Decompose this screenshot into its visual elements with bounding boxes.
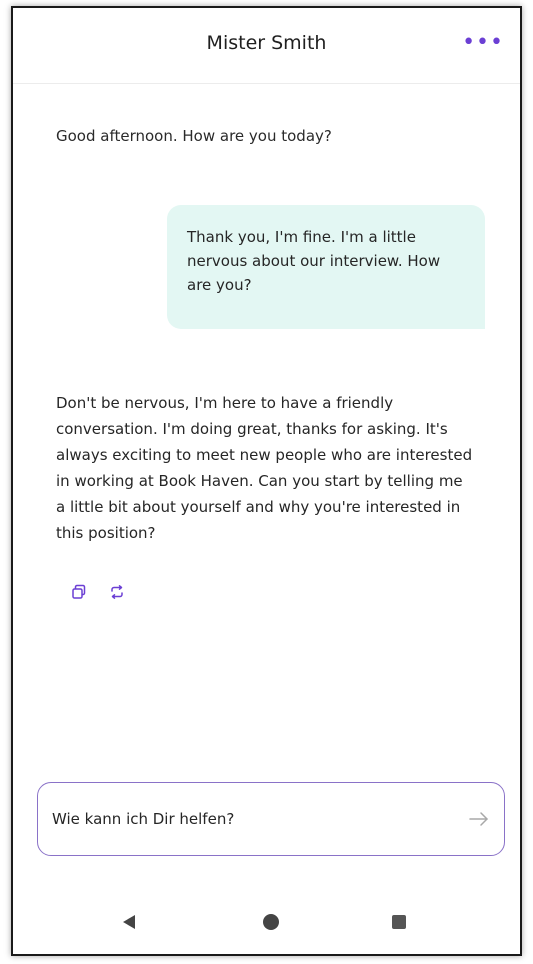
message-input[interactable] bbox=[52, 807, 432, 831]
chat-title: Mister Smith bbox=[206, 32, 327, 54]
bot-message: Don't be nervous, I'm here to have a fri… bbox=[56, 394, 473, 542]
copy-icon bbox=[72, 584, 86, 599]
chat-header: Mister Smith ••• bbox=[13, 8, 520, 84]
regenerate-icon bbox=[111, 585, 123, 599]
user-message-text: Thank you, I'm fine. I'm a little nervou… bbox=[187, 228, 441, 294]
phone-frame: Mister Smith ••• Good afternoon. How are… bbox=[11, 6, 522, 956]
send-arrow-icon[interactable] bbox=[468, 810, 490, 828]
regenerate-button[interactable] bbox=[109, 584, 125, 600]
recents-icon[interactable] bbox=[392, 915, 406, 929]
message-composer bbox=[37, 782, 505, 856]
copy-button[interactable] bbox=[71, 584, 87, 600]
home-icon[interactable] bbox=[263, 914, 279, 930]
more-options-icon[interactable]: ••• bbox=[462, 30, 504, 55]
back-icon[interactable] bbox=[122, 914, 136, 930]
user-message-bubble: Thank you, I'm fine. I'm a little nervou… bbox=[167, 205, 485, 329]
message-actions bbox=[71, 582, 125, 602]
bot-message: Good afternoon. How are you today? bbox=[56, 127, 332, 145]
system-nav-bar bbox=[13, 896, 520, 952]
